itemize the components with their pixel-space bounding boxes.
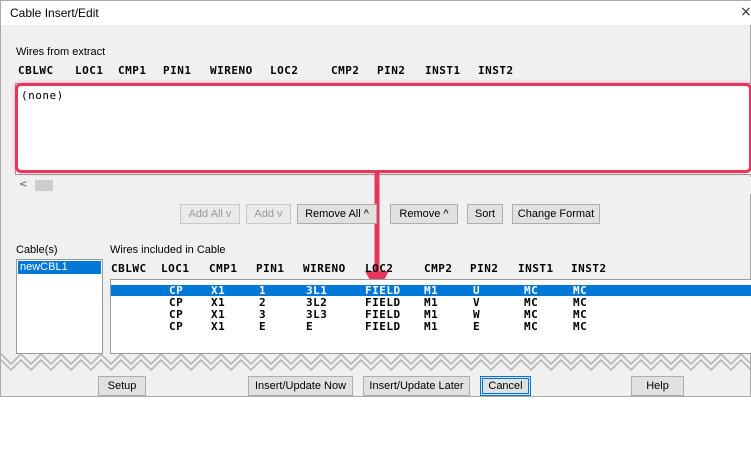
included-column-headers: CBLWC LOC1 CMP1 PIN1 WIRENO LOC2 CMP2 PI… (111, 262, 751, 276)
cell-cblwc: CP (169, 320, 184, 333)
cell-loc2: FIELD (365, 320, 401, 333)
add-all-button[interactable]: Add All v (180, 204, 240, 224)
add-button[interactable]: Add v (246, 204, 291, 224)
col-wireno: WIRENO (303, 262, 346, 275)
col-inst1: INST1 (425, 64, 461, 77)
scroll-left-icon[interactable]: < (19, 179, 27, 190)
sort-button[interactable]: Sort (467, 204, 503, 224)
col-pin1: PIN1 (163, 64, 192, 77)
cable-insert-edit-dialog: Cable Insert/Edit × Wires from extract C… (0, 0, 751, 397)
extract-column-headers: CBLWC LOC1 CMP1 PIN1 WIRENO LOC2 CMP2 PI… (18, 64, 738, 78)
col-cmp1: CMP1 (209, 262, 238, 275)
change-format-button[interactable]: Change Format (512, 204, 600, 224)
col-pin1: PIN1 (256, 262, 285, 275)
table-row[interactable]: CP X1 1 3L1 FIELD M1 U MC MC (111, 284, 751, 297)
col-inst2: INST2 (478, 64, 514, 77)
cable-list[interactable]: newCBL1 (16, 259, 103, 354)
cell-pin1: E (259, 320, 267, 333)
help-button[interactable]: Help (631, 376, 684, 396)
col-loc2: LOC2 (365, 262, 394, 275)
wires-from-extract-label: Wires from extract (16, 46, 106, 58)
wires-included-label: Wires included in Cable (110, 244, 226, 256)
cell-wireno: E (306, 320, 314, 333)
col-loc1: LOC1 (75, 64, 104, 77)
cables-label: Cable(s) (16, 244, 58, 256)
col-cmp2: CMP2 (424, 262, 453, 275)
cable-item-newcbl1[interactable]: newCBL1 (18, 261, 101, 274)
col-pin2: PIN2 (470, 262, 499, 275)
title-bar: Cable Insert/Edit × (1, 1, 751, 25)
close-icon[interactable]: × (740, 4, 751, 20)
col-loc1: LOC1 (161, 262, 190, 275)
cell-pin2: E (473, 320, 481, 333)
col-cmp2: CMP2 (331, 64, 360, 77)
cancel-button[interactable]: Cancel (480, 376, 531, 396)
col-cmp1: CMP1 (118, 64, 147, 77)
col-loc2: LOC2 (270, 64, 299, 77)
table-row[interactable]: CP X1 2 3L2 FIELD M1 V MC MC (111, 296, 751, 309)
cell-cmp2: M1 (424, 320, 439, 333)
col-cblwc: CBLWC (111, 262, 147, 275)
cell-inst2: MC (573, 320, 588, 333)
table-row[interactable]: CP X1 E E FIELD M1 E MC MC (111, 320, 751, 333)
col-cblwc: CBLWC (18, 64, 54, 77)
col-wireno: WIRENO (210, 64, 253, 77)
cell-cmp1: X1 (211, 320, 226, 333)
highlight-box (15, 83, 751, 173)
scroll-thumb[interactable] (35, 180, 53, 191)
torn-edge (1, 352, 751, 372)
col-inst2: INST2 (571, 262, 607, 275)
remove-all-button[interactable]: Remove All ^ (297, 204, 377, 224)
insert-update-later-button[interactable]: Insert/Update Later (363, 376, 470, 396)
cell-inst1: MC (524, 320, 539, 333)
remove-button[interactable]: Remove ^ (390, 204, 458, 224)
setup-button[interactable]: Setup (98, 376, 146, 396)
window-title: Cable Insert/Edit (10, 6, 99, 20)
col-pin2: PIN2 (377, 64, 406, 77)
table-row[interactable]: CP X1 3 3L3 FIELD M1 W MC MC (111, 308, 751, 321)
arrow-icon (365, 171, 389, 293)
insert-update-now-button[interactable]: Insert/Update Now (248, 376, 353, 396)
col-inst1: INST1 (518, 262, 554, 275)
